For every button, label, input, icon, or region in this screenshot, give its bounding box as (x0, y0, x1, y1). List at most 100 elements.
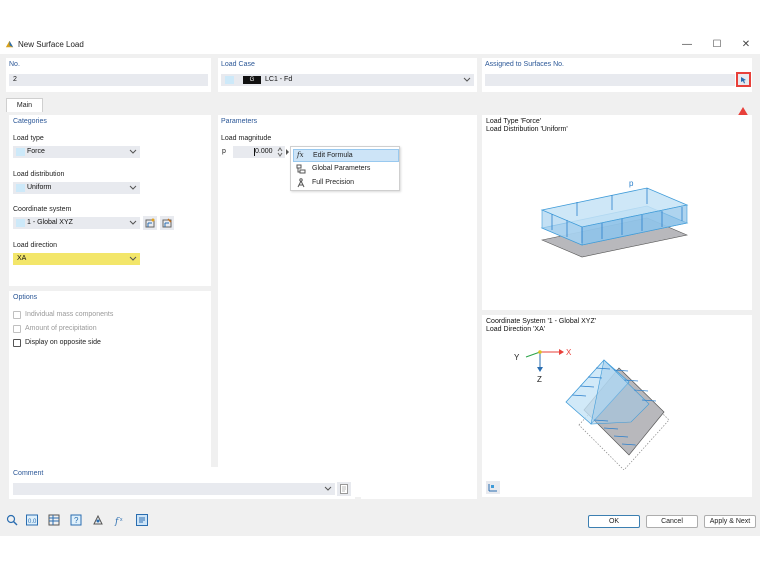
cancel-button[interactable]: Cancel (646, 515, 698, 528)
empty-panel (361, 467, 477, 499)
chevron-down-icon (129, 185, 137, 190)
assigned-label: Assigned to Surfaces No. (485, 61, 564, 68)
svg-text:0.0: 0.0 (28, 519, 37, 525)
opposite-side-label: Display on opposite side (25, 339, 101, 346)
coordinate-system-swatch (16, 219, 25, 227)
assigned-surfaces-field[interactable] (485, 74, 735, 86)
graphic-icon[interactable] (92, 514, 104, 526)
load-magnitude-label: Load magnitude (221, 135, 272, 142)
comment-panel: Comment (9, 467, 355, 499)
parameters-icon[interactable] (136, 514, 148, 526)
load-direction-select[interactable]: XA (13, 253, 140, 265)
chevron-down-icon (324, 486, 332, 491)
app-icon (5, 40, 14, 48)
chevron-down-icon (129, 256, 137, 261)
formula-icon: fx (297, 151, 304, 159)
spinner-icon[interactable] (277, 147, 283, 157)
close-button[interactable]: ✕ (735, 38, 757, 52)
coordinate-system-value: 1 - Global XYZ (27, 219, 73, 226)
tab-main-label: Main (16, 102, 33, 109)
chevron-down-icon (129, 220, 137, 225)
window-title: New Surface Load (18, 40, 84, 49)
precipitation-checkbox[interactable] (13, 325, 21, 333)
new-coordinate-system-icon (145, 218, 155, 228)
view-options-button[interactable] (486, 481, 500, 494)
load-direction-label: Load direction (13, 242, 57, 249)
load-case-color-swatch (225, 76, 234, 84)
categories-panel: Categories Load type Force Load distribu… (9, 115, 211, 286)
coordinate-preview-panel: Coordinate System '1 - Global XYZ' Load … (482, 315, 752, 497)
load-distribution-description: Load Distribution 'Uniform' (486, 126, 568, 133)
maximize-button[interactable]: ☐ (706, 38, 728, 52)
load-type-value: Force (27, 148, 45, 155)
search-icon[interactable] (6, 514, 18, 526)
coordinate-system-illustration: X Y Z (514, 348, 670, 470)
formula-icon[interactable]: fx (114, 514, 126, 526)
edit-coordinate-system-button[interactable] (160, 216, 174, 230)
help-icon[interactable]: ? (70, 514, 82, 526)
comment-label: Comment (13, 470, 44, 477)
view-options-icon (488, 484, 497, 492)
opposite-side-checkbox[interactable] (13, 339, 21, 347)
global-parameters-icon (296, 164, 306, 174)
load-case-value: LC1 - Fd (265, 76, 293, 83)
parameter-context-menu: fx Edit Formula Global Parameters Full P… (290, 146, 400, 191)
no-value: 2 (13, 76, 17, 83)
load-type-swatch (16, 148, 25, 156)
menu-item-global-parameters[interactable]: Global Parameters (293, 163, 399, 176)
document-icon (340, 484, 348, 494)
individual-mass-checkbox[interactable] (13, 311, 21, 319)
units-icon[interactable]: 0.0 (26, 514, 38, 526)
load-type-label: Load type (13, 135, 44, 142)
p-symbol: p (222, 148, 226, 155)
apply-next-button[interactable]: Apply & Next (704, 515, 756, 528)
coordinate-system-label: Coordinate system (13, 206, 72, 213)
compass-icon (297, 178, 305, 188)
edit-coordinate-system-icon (162, 218, 172, 228)
comment-library-button[interactable] (337, 482, 351, 496)
chevron-down-icon (463, 77, 471, 82)
text-caret (254, 148, 255, 156)
tab-main[interactable]: Main (6, 98, 43, 112)
axis-x-label: X (566, 348, 572, 357)
axis-z-label: Z (537, 375, 542, 384)
load-distribution-swatch (16, 184, 25, 192)
coordinate-system-select[interactable]: 1 - Global XYZ (13, 217, 140, 229)
menu-item-full-precision[interactable]: Full Precision (293, 177, 399, 190)
parameters-title: Parameters (221, 118, 258, 125)
load-distribution-value: Uniform (27, 184, 52, 191)
svg-text:x: x (120, 517, 123, 523)
new-coordinate-system-button[interactable] (143, 216, 157, 230)
load-distribution-select[interactable]: Uniform (13, 182, 140, 194)
coordinate-system-description: Coordinate System '1 - Global XYZ' (486, 318, 597, 325)
minimize-button[interactable]: — (676, 38, 698, 52)
chevron-down-icon (129, 149, 137, 154)
load-magnitude-value: 0.000 (255, 148, 273, 155)
uniform-load-illustration: p (540, 180, 689, 258)
load-case-badge: G (243, 76, 261, 84)
title-bar: New Surface Load — ☐ ✕ (0, 36, 760, 54)
individual-mass-label: Individual mass components (25, 311, 114, 318)
no-label: No. (9, 61, 20, 68)
load-type-description: Load Type 'Force' (486, 118, 542, 125)
ok-button[interactable]: OK (588, 515, 640, 528)
load-case-select[interactable]: G LC1 - Fd (221, 74, 474, 86)
no-field[interactable]: 2 (9, 74, 208, 86)
load-direction-value: XA (17, 255, 27, 262)
precipitation-label: Amount of precipitation (25, 325, 97, 332)
load-type-select[interactable]: Force (13, 146, 140, 158)
load-case-label: Load Case (221, 61, 255, 68)
no-panel: No. 2 (6, 58, 211, 92)
options-title: Options (13, 294, 38, 301)
load-distribution-label: Load distribution (13, 171, 65, 178)
menu-item-edit-formula[interactable]: fx Edit Formula (293, 149, 399, 162)
load-direction-description: Load Direction 'XA' (486, 326, 546, 333)
table-icon[interactable] (48, 514, 60, 526)
load-preview-panel: Load Type 'Force' Load Distribution 'Uni… (482, 115, 752, 310)
load-p-label: p (629, 180, 634, 188)
axis-y-label: Y (514, 353, 520, 362)
assigned-panel: Assigned to Surfaces No. (482, 58, 752, 92)
load-case-panel: Load Case G LC1 - Fd (218, 58, 477, 92)
select-surfaces-button[interactable] (736, 72, 751, 87)
comment-field[interactable] (13, 483, 335, 495)
